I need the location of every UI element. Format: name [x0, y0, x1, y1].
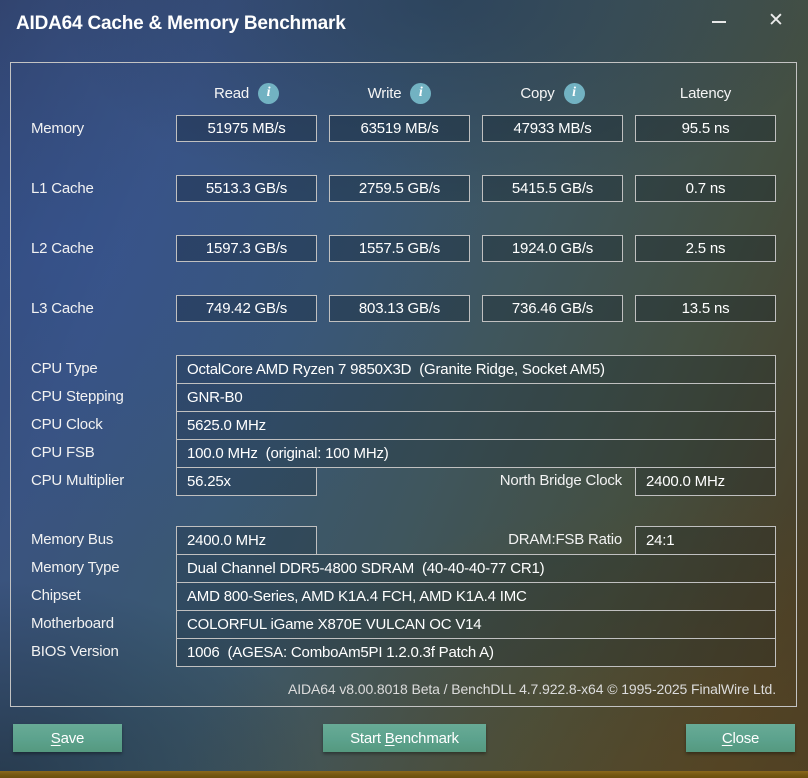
read-info-icon[interactable]: i — [258, 82, 280, 104]
start-benchmark-button[interactable]: Start Benchmark — [323, 724, 486, 752]
l1-latency-value: 0.7 ns — [635, 175, 776, 202]
memory-bus-value: 2400.0 MHz — [176, 526, 317, 555]
chipset-value: AMD 800-Series, AMD K1A.4 FCH, AMD K1A.4… — [176, 582, 776, 611]
close-icon[interactable]: ✕ — [763, 8, 789, 34]
row-label-memory-bus: Memory Bus — [31, 531, 114, 548]
l2-write-value: 1557.5 GB/s — [329, 235, 470, 262]
bios-version-value: 1006 (AGESA: ComboAm5PI 1.2.0.3f Patch A… — [176, 638, 776, 667]
benchmark-panel: Read i Write i Copy i Latency Memory 519… — [10, 62, 797, 707]
cpu-type-value: OctalCore AMD Ryzen 7 9850X3D (Granite R… — [176, 355, 776, 384]
dram-fsb-ratio-value: 24:1 — [635, 526, 776, 555]
write-info-icon[interactable]: i — [410, 82, 432, 104]
north-bridge-clock-value: 2400.0 MHz — [635, 467, 776, 496]
row-label-cpu-fsb: CPU FSB — [31, 444, 95, 461]
row-label-cpu-stepping: CPU Stepping — [31, 388, 124, 405]
row-label-cpu-multiplier: CPU Multiplier — [31, 472, 125, 489]
version-footer: AIDA64 v8.00.8018 Beta / BenchDLL 4.7.92… — [287, 681, 776, 697]
l3-copy-value: 736.46 GB/s — [482, 295, 623, 322]
memory-read-value: 51975 MB/s — [176, 115, 317, 142]
row-label-l1-cache: L1 Cache — [31, 180, 94, 197]
row-label-memory: Memory — [31, 120, 84, 137]
cpu-clock-value: 5625.0 MHz — [176, 411, 776, 440]
copy-info-icon[interactable]: i — [563, 82, 585, 104]
column-header-read: Read i — [176, 81, 317, 105]
row-label-bios-version: BIOS Version — [31, 643, 119, 660]
l3-write-value: 803.13 GB/s — [329, 295, 470, 322]
title-bar: AIDA64 Cache & Memory Benchmark ✕ — [0, 0, 808, 52]
l2-latency-value: 2.5 ns — [635, 235, 776, 262]
cpu-fsb-value: 100.0 MHz (original: 100 MHz) — [176, 439, 776, 468]
close-button[interactable]: Close — [686, 724, 795, 752]
window-title: AIDA64 Cache & Memory Benchmark — [16, 13, 346, 34]
row-label-l2-cache: L2 Cache — [31, 240, 94, 257]
save-button[interactable]: Save — [13, 724, 122, 752]
memory-type-value: Dual Channel DDR5-4800 SDRAM (40-40-40-7… — [176, 554, 776, 583]
row-label-memory-type: Memory Type — [31, 559, 120, 576]
row-label-motherboard: Motherboard — [31, 615, 114, 632]
write-column-label: Write — [367, 84, 402, 102]
memory-write-value: 63519 MB/s — [329, 115, 470, 142]
row-label-cpu-type: CPU Type — [31, 360, 98, 377]
row-label-l3-cache: L3 Cache — [31, 300, 94, 317]
cpu-stepping-value: GNR-B0 — [176, 383, 776, 412]
memory-latency-value: 95.5 ns — [635, 115, 776, 142]
l1-write-value: 2759.5 GB/s — [329, 175, 470, 202]
row-label-cpu-clock: CPU Clock — [31, 416, 103, 433]
row-label-chipset: Chipset — [31, 587, 81, 604]
l2-read-value: 1597.3 GB/s — [176, 235, 317, 262]
north-bridge-clock-label: North Bridge Clock — [499, 472, 622, 489]
cpu-multiplier-value: 56.25x — [176, 467, 317, 496]
l1-read-value: 5513.3 GB/s — [176, 175, 317, 202]
column-header-write: Write i — [329, 81, 470, 105]
l1-copy-value: 5415.5 GB/s — [482, 175, 623, 202]
read-column-label: Read — [213, 84, 250, 102]
bottom-accent-bar — [0, 771, 808, 778]
l2-copy-value: 1924.0 GB/s — [482, 235, 623, 262]
dram-fsb-ratio-label: DRAM:FSB Ratio — [508, 531, 622, 548]
l3-read-value: 749.42 GB/s — [176, 295, 317, 322]
aida64-benchmark-window: { "window": { "title": "AIDA64 Cache & M… — [0, 0, 808, 778]
latency-column-label: Latency — [679, 84, 732, 102]
copy-column-label: Copy — [520, 84, 555, 102]
column-header-latency: Latency — [635, 81, 776, 105]
motherboard-value: COLORFUL iGame X870E VULCAN OC V14 — [176, 610, 776, 639]
minimize-icon[interactable] — [712, 21, 726, 23]
column-header-copy: Copy i — [482, 81, 623, 105]
l3-latency-value: 13.5 ns — [635, 295, 776, 322]
memory-copy-value: 47933 MB/s — [482, 115, 623, 142]
